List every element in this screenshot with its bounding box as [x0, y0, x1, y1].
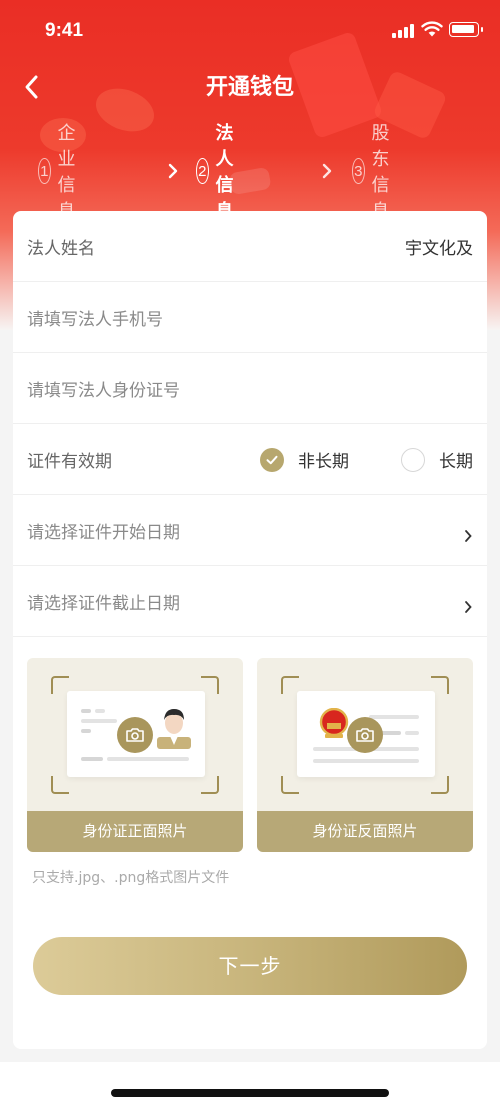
step-label: 法人信息 [215, 123, 234, 222]
camera-icon [117, 717, 153, 753]
phone-placeholder: 请填写法人手机号 [27, 309, 163, 330]
step-label: 企业信息 [57, 123, 76, 222]
step-label: 股东信息 [371, 123, 390, 222]
id-front-label: 身份证正面照片 [27, 811, 243, 852]
frame-corner [431, 776, 449, 794]
radio-permanent[interactable]: 长期 [401, 447, 473, 472]
step-legal-person-info: 2 法人信息 [196, 123, 247, 222]
chevron-right-icon [322, 163, 332, 179]
signal-icon [392, 23, 416, 38]
phone-field[interactable]: 请填写法人手机号 [13, 282, 487, 353]
check-icon [260, 447, 284, 472]
validity-label: 证件有效期 [27, 451, 112, 472]
next-step-button[interactable]: 下一步 [33, 937, 467, 995]
start-date-placeholder: 请选择证件开始日期 [27, 522, 180, 543]
upload-format-hint: 只支持.jpg、.png格式图片文件 [32, 870, 230, 886]
radio-non-permanent[interactable]: 非长期 [260, 447, 349, 472]
national-emblem-icon [319, 708, 349, 738]
id-number-field[interactable]: 请填写法人身份证号 [13, 353, 487, 424]
validity-radio-group: 非长期 长期 [260, 424, 473, 495]
id-front-upload[interactable]: 身份证正面照片 [27, 658, 243, 852]
step-number: 1 [38, 158, 51, 184]
home-bar-area [0, 1062, 500, 1108]
radio-label: 长期 [439, 452, 473, 472]
validity-row: 证件有效期 非长期 长期 [13, 424, 487, 495]
id-back-upload[interactable]: 身份证反面照片 [257, 658, 473, 852]
page-title: 开通钱包 [205, 75, 294, 100]
legal-name-row[interactable]: 法人姓名 宇文化及 [13, 211, 487, 282]
end-date-placeholder: 请选择证件截止日期 [27, 593, 180, 614]
frame-corner [281, 676, 299, 694]
frame-corner [51, 676, 69, 694]
radio-empty-icon [401, 447, 425, 472]
chevron-right-icon [168, 163, 178, 179]
chevron-right-icon [465, 530, 472, 542]
wifi-icon [421, 21, 443, 37]
legal-name-label: 法人姓名 [27, 238, 95, 259]
start-date-picker[interactable]: 请选择证件开始日期 [13, 495, 487, 566]
form-card: 法人姓名 宇文化及 请填写法人手机号 请填写法人身份证号 证件有效期 非长期 长… [13, 211, 487, 1049]
frame-corner [201, 776, 219, 794]
step-number: 2 [196, 158, 209, 184]
step-enterprise-info: 1 企业信息 [38, 123, 89, 222]
id-number-placeholder: 请填写法人身份证号 [27, 380, 180, 401]
end-date-picker[interactable]: 请选择证件截止日期 [13, 566, 487, 637]
portrait-icon [157, 709, 191, 749]
battery-icon [449, 22, 483, 37]
legal-name-value: 宇文化及 [405, 238, 473, 259]
step-number: 3 [352, 158, 365, 184]
home-indicator[interactable] [111, 1089, 389, 1097]
frame-corner [281, 776, 299, 794]
camera-icon [347, 717, 383, 753]
id-back-label: 身份证反面照片 [257, 811, 473, 852]
status-time: 9:41 [45, 20, 84, 41]
step-shareholder-info: 3 股东信息 [352, 123, 403, 222]
status-bar: 9:41 [0, 0, 500, 64]
radio-label: 非长期 [298, 452, 349, 472]
chevron-right-icon [465, 601, 472, 613]
frame-corner [51, 776, 69, 794]
